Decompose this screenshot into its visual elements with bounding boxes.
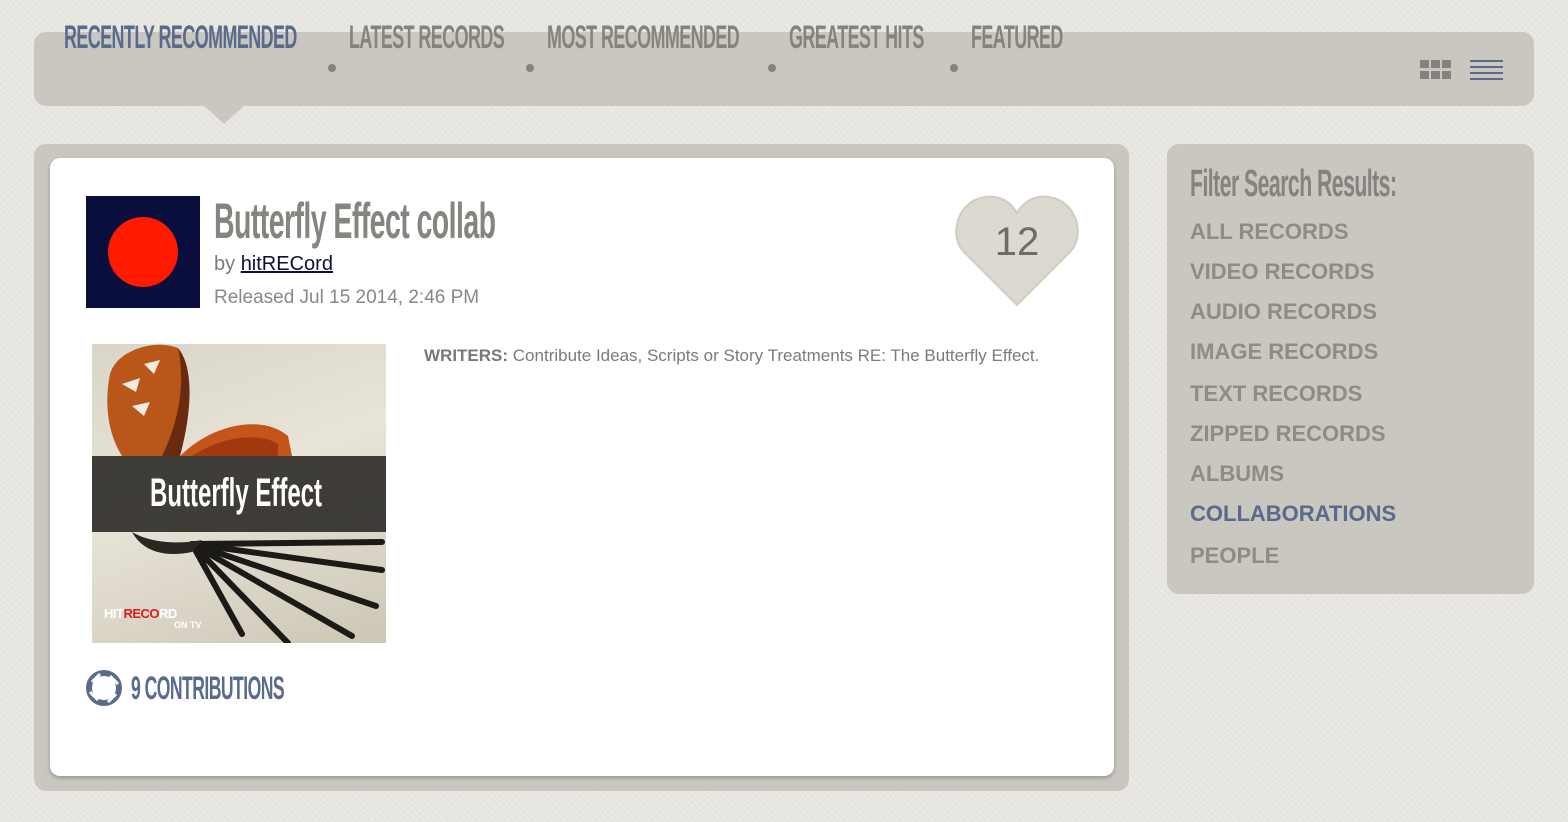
nav-separator [526,64,534,72]
nav-separator [768,64,776,72]
thumbnail-banner-text: Butterfly Effect [150,471,323,515]
tab-featured[interactable]: FEATURED [971,20,1063,54]
nav-separator [950,64,958,72]
nav-separator [328,64,336,72]
heart-count: 12 [994,220,1040,264]
description-label: WRITERS: [424,346,509,365]
avatar[interactable] [86,196,200,308]
list-view-icon[interactable] [1470,60,1503,81]
filter-title: Filter Search Results: [1190,163,1397,205]
contributions-icon[interactable] [86,670,122,706]
tab-latest-records[interactable]: LATEST RECORDS [349,20,505,54]
filter-collaborations[interactable]: COLLABORATIONS [1190,500,1396,528]
author-link[interactable]: hitRECord [241,253,333,275]
filter-video-records[interactable]: VIDEO RECORDS [1190,258,1375,286]
filter-albums[interactable]: ALBUMS [1190,460,1284,488]
active-tab-pointer [204,106,244,124]
filter-text-records[interactable]: TEXT RECORDS [1190,380,1362,408]
filter-people[interactable]: PEOPLE [1190,542,1279,570]
filter-image-records[interactable]: IMAGE RECORDS [1190,338,1378,366]
filter-all-records[interactable]: ALL RECORDS [1190,218,1349,246]
record-byline: by hitRECord [214,253,333,276]
release-date: Released Jul 15 2014, 2:46 PM [214,287,480,308]
grid-view-icon[interactable] [1420,60,1452,80]
record-thumbnail[interactable]: Butterfly Effect HITRECORD ON TV [92,344,386,643]
tab-recently-recommended[interactable]: RECENTLY RECOMMENDED [64,20,297,54]
description-text: Contribute Ideas, Scripts or Story Treat… [512,346,1040,365]
logo-subtext: ON TV [174,620,202,630]
contributions-count[interactable]: 9 CONTRIBUTIONS [131,670,285,706]
tab-most-recommended[interactable]: MOST RECOMMENDED [547,20,740,54]
byline-prefix: by [214,253,236,275]
filter-audio-records[interactable]: AUDIO RECORDS [1190,298,1377,326]
record-logo-dot [108,217,178,287]
filter-zipped-records[interactable]: ZIPPED RECORDS [1190,420,1386,448]
record-description: WRITERS: Contribute Ideas, Scripts or St… [424,344,1054,368]
hitrecord-tv-logo: HITRECORD [104,606,177,621]
tab-greatest-hits[interactable]: GREATEST HITS [789,20,924,54]
record-title[interactable]: Butterfly Effect collab [214,194,496,248]
